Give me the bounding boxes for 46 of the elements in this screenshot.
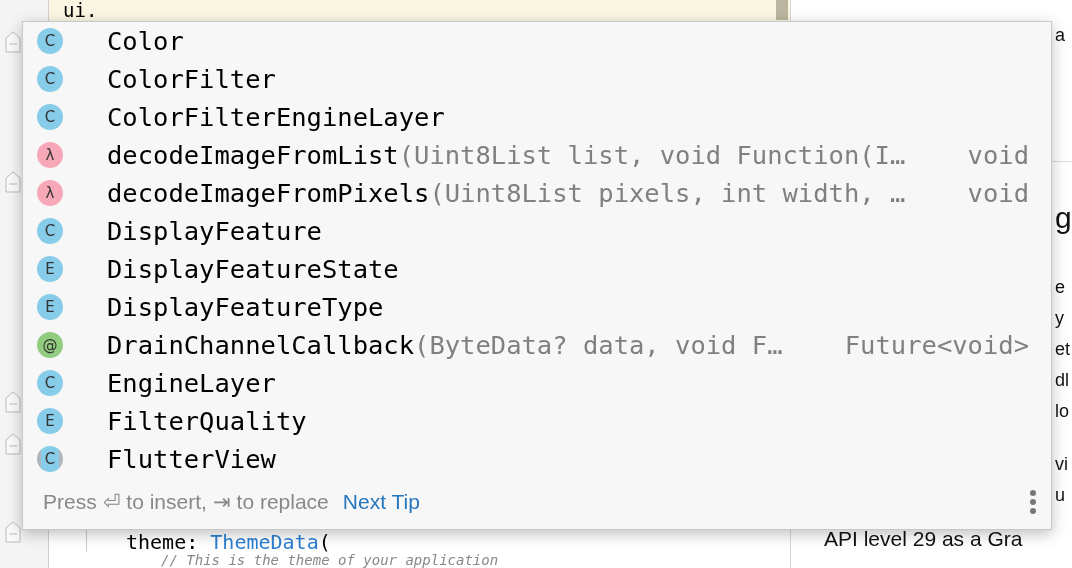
completion-item[interactable]: C FlutterView [23,440,1051,478]
completion-item[interactable]: @ DrainChannelCallback(ByteData? data, void F… Future<void> [23,326,1051,364]
class-icon: C [37,66,63,92]
fold-icon[interactable] [4,520,22,544]
doc-text: et [1055,338,1071,361]
completion-item[interactable]: C DisplayFeature [23,212,1051,250]
doc-heading: g [1055,200,1072,236]
abstract-class-icon: C [37,446,63,472]
more-icon[interactable] [1029,489,1037,515]
completion-item[interactable]: C ColorFilter [23,60,1051,98]
class-icon: C [37,218,63,244]
fold-icon[interactable] [4,390,22,414]
doc-text: a [1055,24,1066,47]
doc-text: dl [1055,369,1070,392]
fold-icon[interactable] [4,30,22,54]
completion-item[interactable]: λ decodeImageFromList(Uint8List list, void Function(I… void [23,136,1051,174]
code-line: theme: ThemeData( [126,532,331,552]
code-comment: // This is the theme of your application [161,552,499,568]
enum-icon: E [37,294,63,320]
class-icon: C [37,28,63,54]
scrollbar-thumb[interactable] [776,0,788,20]
enum-icon: E [37,256,63,282]
completion-item[interactable]: λ decodeImageFromPixels(Uint8List pixels, int width, … void [23,174,1051,212]
class-icon: C [37,104,63,130]
doc-text: e [1055,276,1066,299]
completion-item[interactable]: C ColorFilterEngineLayer [23,98,1051,136]
completion-item[interactable]: C EngineLayer [23,364,1051,402]
enum-icon: E [37,408,63,434]
fold-icon[interactable] [4,432,22,456]
completion-item[interactable]: C Color [23,22,1051,60]
doc-text: API level 29 as a Gra [824,527,1024,551]
code-line: ui. [63,0,98,21]
doc-text: y [1055,307,1065,330]
function-icon: λ [37,180,63,206]
class-icon: C [37,370,63,396]
doc-text: vi [1055,453,1069,476]
function-icon: λ [37,142,63,168]
next-tip-link[interactable]: Next Tip [342,490,420,514]
completion-item[interactable]: E DisplayFeatureState [23,250,1051,288]
completion-item[interactable]: E DisplayFeatureType [23,288,1051,326]
hint-text: Press ⏎ to insert, ⇥ to replace [43,490,329,514]
completion-item[interactable]: E FilterQuality [23,402,1051,440]
typedef-icon: @ [37,332,63,358]
doc-text: lo [1055,400,1070,423]
doc-text: u [1055,484,1066,507]
fold-icon[interactable] [4,170,22,194]
